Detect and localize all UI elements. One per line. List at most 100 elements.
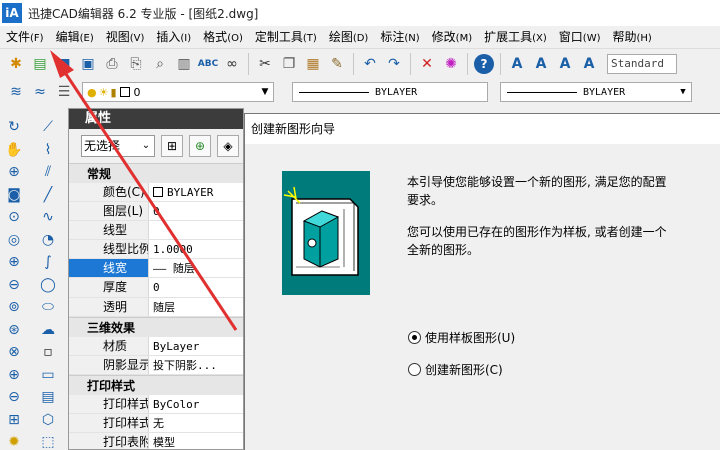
copy-icon[interactable]: ❐ — [277, 52, 301, 76]
zoom-window-icon[interactable]: ◙ — [2, 184, 26, 207]
menu-dimension[interactable]: 标注(N) — [374, 26, 425, 48]
text-style-select[interactable]: Standard — [607, 53, 677, 74]
menu-edit[interactable]: 编辑(E) — [50, 26, 100, 48]
spellcheck-icon[interactable]: ABC — [196, 52, 220, 76]
find-binoculars-icon[interactable]: ∞ — [220, 52, 244, 76]
layer-name: 0 — [133, 85, 141, 99]
prop-row-lineweight[interactable]: 线宽 —— 随层 — [69, 259, 243, 279]
select-objects-icon[interactable]: ⊕ — [189, 135, 211, 157]
new-file-icon[interactable]: ✱ — [4, 52, 28, 76]
prop-row-layer[interactable]: 图层(L) 0 — [69, 202, 243, 222]
layer-manager-icon[interactable]: ≋ — [4, 80, 28, 104]
prop-row-transparency[interactable]: 透明 随层 — [69, 297, 243, 317]
print-preview-icon[interactable]: ⌕ — [148, 52, 172, 76]
publish-icon[interactable]: ▥ — [172, 52, 196, 76]
color-combo[interactable]: BYLAYER — [292, 82, 488, 102]
redo-icon[interactable]: ↷ — [382, 52, 406, 76]
prop-row-material[interactable]: 材质 ByLayer — [69, 336, 243, 356]
chevron-down-icon: ▼ — [261, 87, 269, 97]
text-style-icon[interactable]: A — [505, 52, 529, 76]
view-tools: ↻ ✋ ⊕ ◙ ⊙ ◎ ⊕ ⊖ ⊚ ⊛ ⊗ ⊕ ⊖ ⊞ ✹ — [2, 116, 26, 450]
menu-view[interactable]: 视图(V) — [100, 26, 151, 48]
toggle-pickadd-icon[interactable]: ⊞ — [161, 135, 183, 157]
layer-combo[interactable]: ● ☀ ▮ 0 ▼ — [82, 82, 274, 102]
use-template-option[interactable]: 使用样板图形(U) — [408, 329, 515, 346]
section-3d[interactable]: 三维效果 — [69, 316, 243, 337]
menu-help[interactable]: 帮助(H) — [607, 26, 658, 48]
paste-icon[interactable]: ▦ — [301, 52, 325, 76]
menu-modify[interactable]: 修改(M) — [426, 26, 478, 48]
use-template-radio[interactable] — [408, 331, 421, 344]
save-as-icon[interactable]: ▣ — [76, 52, 100, 76]
zoom-extents-icon[interactable]: ⊙ — [2, 206, 26, 229]
aerial-view-icon[interactable]: ⊞ — [2, 409, 26, 432]
prop-row-plot-table[interactable]: 打印样式表 无 — [69, 413, 243, 434]
zoom-realtime-icon[interactable]: ⊕ — [2, 161, 26, 184]
arc-icon[interactable]: ◔ — [36, 229, 60, 252]
pan-hand-icon[interactable]: ✋ — [2, 139, 26, 162]
prop-row-plot-attached[interactable]: 打印表附加到 模型 — [69, 433, 243, 449]
named-view-icon[interactable]: ✹ — [2, 431, 26, 450]
menu-insert[interactable]: 插入(I) — [150, 26, 197, 48]
selection-select[interactable]: 无选择 ⌄ — [81, 135, 155, 157]
prop-row-plot-style[interactable]: 打印样式 ByColor — [69, 394, 243, 414]
wizard-drawing-icon — [282, 171, 370, 295]
circle-icon[interactable]: ◯ — [36, 274, 60, 297]
zoom-scale-icon[interactable]: ⊗ — [2, 341, 26, 364]
plot-icon[interactable]: ⎘ — [124, 52, 148, 76]
find-text-icon[interactable]: A — [577, 52, 601, 76]
open-file-icon[interactable]: ▤ — [28, 52, 52, 76]
spline-icon[interactable]: ∫ — [36, 251, 60, 274]
cut-icon[interactable]: ✂ — [253, 52, 277, 76]
explode-icon[interactable]: ✺ — [439, 52, 463, 76]
layer-previous-icon[interactable]: ≈ — [28, 80, 52, 104]
sketch-icon[interactable]: ∿ — [36, 206, 60, 229]
point-icon[interactable]: ▫ — [36, 341, 60, 364]
prop-row-linetype-scale[interactable]: 线型比例 1.0000 — [69, 240, 243, 260]
layer-state-icon[interactable]: ☰ — [52, 80, 76, 104]
zoom-previous-icon[interactable]: ◎ — [2, 229, 26, 252]
regen-icon[interactable]: ↻ — [2, 116, 26, 139]
prop-row-color[interactable]: 颜色(C) BYLAYER — [69, 183, 243, 203]
create-new-radio[interactable] — [408, 363, 421, 376]
prop-row-linetype[interactable]: 线型 — [69, 221, 243, 241]
intro-text-2: 您可以使用已存在的图形作为样板, 或者创建一个全新的图形。 — [407, 225, 667, 257]
section-plot-style[interactable]: 打印样式 — [69, 374, 243, 395]
section-general[interactable]: 常规 — [69, 163, 243, 183]
menu-format[interactable]: 格式(O) — [197, 26, 249, 48]
match-properties-icon[interactable]: ✎ — [325, 52, 349, 76]
prop-row-thickness[interactable]: 厚度 0 — [69, 278, 243, 298]
line-icon[interactable]: ⟋ — [36, 116, 60, 139]
menu-custom-tools[interactable]: 定制工具(T) — [249, 26, 323, 48]
polyline-icon[interactable]: ⌇ — [36, 139, 60, 162]
help-icon[interactable]: ? — [474, 53, 494, 74]
menu-file[interactable]: 文件(F) — [0, 26, 50, 48]
multiline-text-icon[interactable]: A — [529, 52, 553, 76]
zoom-center-icon[interactable]: ⊛ — [2, 319, 26, 342]
revision-cloud-icon[interactable]: ☁ — [36, 319, 60, 342]
menu-extend-tools[interactable]: 扩展工具(X) — [478, 26, 553, 48]
zoom-in-icon[interactable]: ⊕ — [2, 251, 26, 274]
hatch-icon[interactable]: ▤ — [36, 386, 60, 409]
save-icon[interactable]: ■ — [52, 52, 76, 76]
rectangle-icon[interactable]: ▭ — [36, 364, 60, 387]
zoom-out-icon[interactable]: ⊖ — [2, 274, 26, 297]
construction-line-icon[interactable]: ╱ — [36, 184, 60, 207]
undo-icon[interactable]: ↶ — [358, 52, 382, 76]
ellipse-icon[interactable]: ⬭ — [36, 296, 60, 319]
multiline-icon[interactable]: ⫽ — [36, 161, 60, 184]
zoom-plus-icon[interactable]: ⊕ — [2, 364, 26, 387]
quick-select-icon[interactable]: ◈ — [217, 135, 239, 157]
region-icon[interactable]: ⬚ — [36, 431, 60, 450]
zoom-minus-icon[interactable]: ⊖ — [2, 386, 26, 409]
edit-text-icon[interactable]: A — [553, 52, 577, 76]
menu-draw[interactable]: 绘图(D) — [323, 26, 375, 48]
linetype-combo[interactable]: BYLAYER ▼ — [500, 82, 692, 102]
print-icon[interactable]: ⎙ — [100, 52, 124, 76]
polygon-icon[interactable]: ⬡ — [36, 409, 60, 432]
create-new-option[interactable]: 创建新图形(C) — [408, 361, 503, 378]
prop-row-shadow[interactable]: 阴影显示 投下阴影... — [69, 355, 243, 375]
delete-icon[interactable]: ✕ — [415, 52, 439, 76]
menu-window[interactable]: 窗口(W) — [553, 26, 607, 48]
zoom-all-icon[interactable]: ⊚ — [2, 296, 26, 319]
